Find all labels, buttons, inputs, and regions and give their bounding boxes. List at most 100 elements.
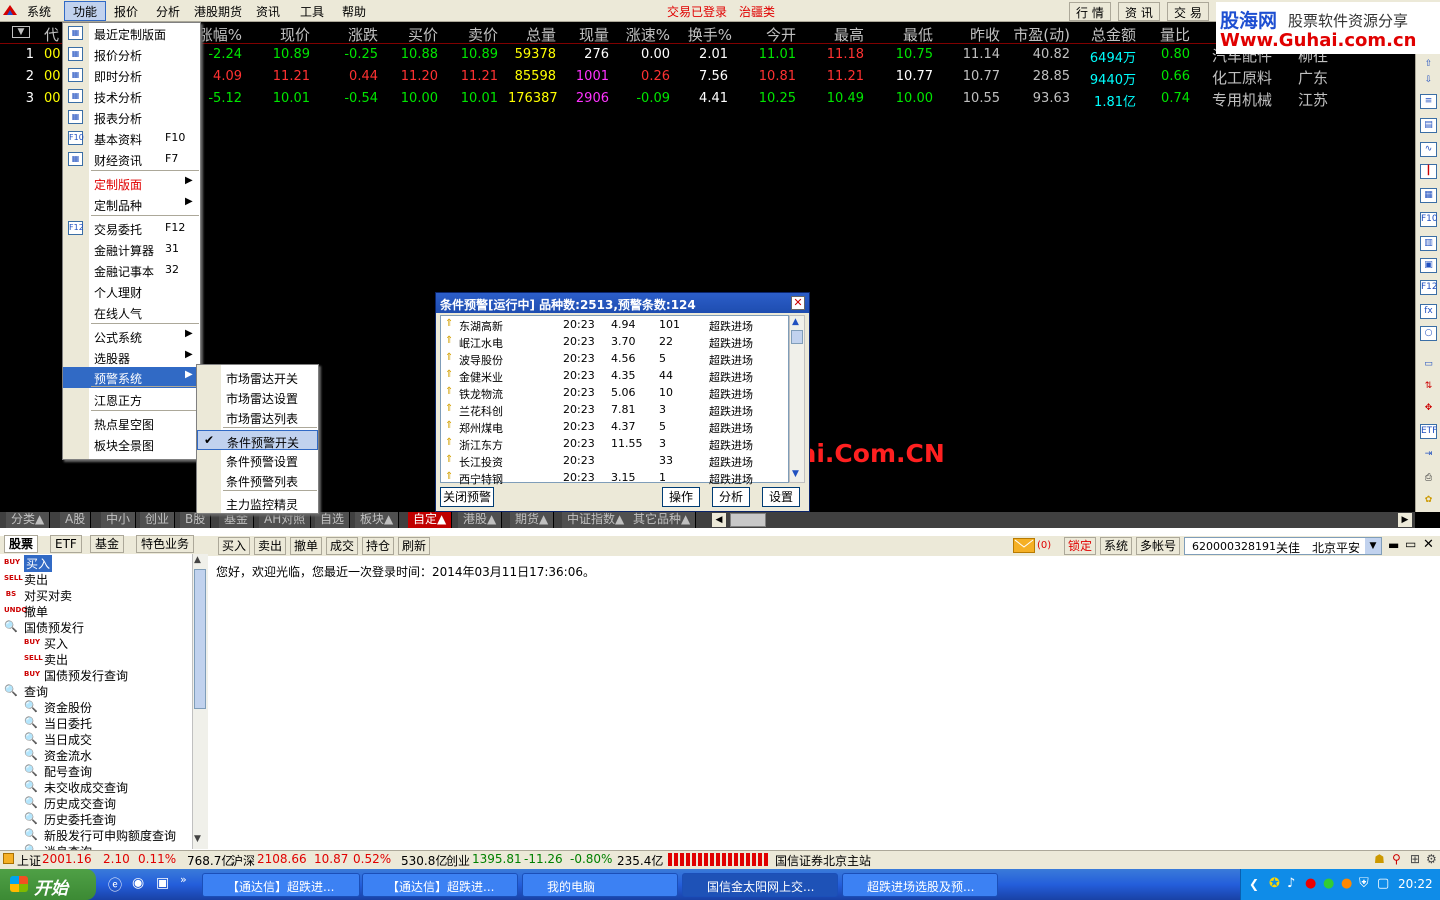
header-turnover[interactable]: 换手% <box>676 24 732 45</box>
tree-item[interactable]: BUY 买入 <box>4 555 174 572</box>
tab-fund-trade[interactable]: 基金 <box>90 535 125 553</box>
submenu-item-6[interactable]: 主力监控精灵 <box>197 493 318 513</box>
close-icon[interactable]: ✕ <box>1423 537 1434 552</box>
tab-watchlist[interactable]: 自选 <box>315 512 351 528</box>
header-code[interactable]: 代 <box>44 24 59 45</box>
analyze-button[interactable]: 分析 <box>712 487 750 507</box>
tree-item[interactable]: BS 对买对卖 <box>4 587 174 603</box>
gear-icon[interactable]: ✿ <box>1420 494 1437 509</box>
menu-item-12[interactable]: 个人理财 <box>63 281 200 302</box>
submenu-item-4[interactable]: 条件预警设置 <box>197 450 318 470</box>
hs-label[interactable]: 沪深 <box>231 852 255 869</box>
tab-trade[interactable]: 交 易 <box>1167 2 1209 21</box>
tab-etf[interactable]: ETF <box>50 535 82 553</box>
submenu-item-1[interactable]: 市场雷达设置 <box>197 387 318 407</box>
menu-item-8[interactable]: 定制品种 ▶ <box>63 194 200 215</box>
close-icon[interactable]: ✕ <box>791 296 805 310</box>
menu-tools[interactable]: 工具 <box>300 3 324 20</box>
tree-item[interactable]: UNDO 撤单 <box>4 603 174 619</box>
f10-icon[interactable]: F10 <box>1420 212 1438 227</box>
header-price[interactable]: 现价 <box>262 24 310 45</box>
tab-scroll-right-icon[interactable]: ▶ <box>1398 513 1412 527</box>
deals-button[interactable]: 成交 <box>326 537 359 555</box>
alert-row[interactable]: ⇑ 波导股份 20:23 4.56 5 超跌进场 <box>441 351 789 368</box>
menu-item-10[interactable]: 金融计算器 31 <box>63 239 200 260</box>
tree-item[interactable]: 🔍 历史成交查询 <box>24 795 194 811</box>
tree-item[interactable]: SELL 卖出 <box>24 651 194 667</box>
alert-scroll-thumb[interactable] <box>791 330 803 344</box>
expand-icon[interactable]: ✥ <box>1420 402 1437 417</box>
candlestick-icon[interactable]: ┃ <box>1420 164 1437 179</box>
table-icon[interactable]: ▦ <box>1420 188 1437 203</box>
monitor-icon[interactable]: ▢ <box>1377 876 1389 891</box>
tab-csi-index[interactable]: 中证指数▲ <box>562 512 631 528</box>
menu-item-18[interactable]: 热点星空图 <box>63 413 200 434</box>
alert-bell-icon[interactable]: ☗ <box>1374 852 1385 866</box>
menu-system[interactable]: 系统 <box>27 3 51 20</box>
account-select[interactable]: 620000328191 关佳 北京平安 ▼ <box>1184 537 1382 555</box>
header-pe[interactable]: 市盈(动) <box>1000 24 1070 45</box>
cy-label[interactable]: 创业 <box>446 852 470 869</box>
alert-title-bar[interactable]: 条件预警[运行中] 品种数:2513,预警条数:124 <box>436 293 809 313</box>
tree-item[interactable]: 🔍 资金股份 <box>24 699 194 715</box>
clock[interactable]: 20:22 <box>1398 877 1433 891</box>
tab-gem[interactable]: 创业 <box>140 512 176 528</box>
menu-item-3[interactable]: ▦ 技术分析 <box>63 86 200 107</box>
menu-item-5[interactable]: F10 基本资料 F10 <box>63 128 200 149</box>
multi-account-button[interactable]: 多帐号 <box>1136 537 1181 555</box>
refresh-button[interactable]: 刷新 <box>398 537 431 555</box>
volume-icon[interactable]: ♪ <box>1287 876 1295 891</box>
menu-item-0[interactable]: ▦ 最近定制版面 <box>63 23 200 44</box>
task-trading[interactable]: 国信金太阳网上交... <box>682 873 838 897</box>
tree-scrollbar[interactable]: ▲ ▼ <box>192 554 208 849</box>
menu-item-19[interactable]: 板块全景图 <box>63 434 200 455</box>
sh-index[interactable]: 2001.16 <box>42 852 92 866</box>
buy-button[interactable]: 买入 <box>218 537 251 555</box>
alert-row[interactable]: ⇑ 东湖高新 20:23 4.94 101 超跌进场 <box>441 317 789 334</box>
tab-stock[interactable]: 股票 <box>4 535 39 553</box>
close-alert-button[interactable]: 关闭预警 <box>440 487 494 507</box>
tab-sme[interactable]: 中小 <box>101 512 137 528</box>
trade-login-status[interactable]: 交易已登录 <box>667 3 727 20</box>
settings-button[interactable]: 设置 <box>762 487 800 507</box>
scroll-up-icon[interactable]: ▲ <box>194 555 201 565</box>
tab-a-share[interactable]: A股 <box>60 512 92 528</box>
header-volume[interactable]: 总量 <box>508 24 556 45</box>
header-chg[interactable]: 涨跌 <box>330 24 378 45</box>
mail-icon[interactable] <box>1013 538 1035 553</box>
menu-item-7[interactable]: 定制版面 ▶ <box>63 173 200 194</box>
scroll-down-icon[interactable]: ▼ <box>194 834 201 844</box>
quicklaunch-more-icon[interactable]: » <box>180 873 187 886</box>
menu-analysis[interactable]: 分析 <box>156 3 180 20</box>
menu-quote[interactable]: 报价 <box>114 3 138 20</box>
index-icon[interactable] <box>3 853 14 864</box>
header-bid[interactable]: 买价 <box>390 24 438 45</box>
menu-item-11[interactable]: 金融记事本 32 <box>63 260 200 281</box>
tree-item[interactable]: BUY 买入 <box>24 635 194 651</box>
restore-icon[interactable]: ▭ <box>1405 537 1416 551</box>
menu-item-16[interactable]: 预警系统 ▶ <box>63 367 200 388</box>
tab-scrollbar[interactable] <box>730 513 766 527</box>
header-high[interactable]: 最高 <box>816 24 864 45</box>
header-low[interactable]: 最低 <box>885 24 933 45</box>
tab-category[interactable]: 分类▲ <box>6 512 51 528</box>
tab-ah[interactable]: AH对照 <box>259 512 312 528</box>
printer-icon[interactable]: ⎙ <box>1420 472 1437 487</box>
tab-fund[interactable]: 基金 <box>219 512 255 528</box>
tab-futures[interactable]: 期货▲ <box>510 512 555 528</box>
etf-icon[interactable]: ETF <box>1420 424 1437 439</box>
start-button[interactable]: 开始 <box>0 869 96 900</box>
tool-icon[interactable]: ⚙ <box>1426 852 1437 866</box>
chevron-down-icon[interactable]: ▼ <box>1365 538 1381 554</box>
up-arrow-icon[interactable]: ⇧ <box>1420 58 1437 73</box>
alert-row[interactable]: ⇑ 铁龙物流 20:23 5.06 10 超跌进场 <box>441 385 789 402</box>
menu-item-13[interactable]: 在线人气 <box>63 302 200 323</box>
hs-index[interactable]: 2108.66 <box>257 852 307 866</box>
mail-count[interactable]: (0) <box>1037 540 1051 551</box>
sell-button[interactable]: 卖出 <box>254 537 287 555</box>
table-row[interactable]: 1 00 -2.24 10.89 -0.25 10.88 10.89 59378… <box>0 44 1415 66</box>
tree-item[interactable]: SELL 卖出 <box>4 571 174 587</box>
cy-index[interactable]: 1395.81 <box>472 852 522 866</box>
ie-quicklaunch-icon[interactable]: ⓔ <box>108 875 122 895</box>
f12-icon[interactable]: F12 <box>1420 280 1438 295</box>
